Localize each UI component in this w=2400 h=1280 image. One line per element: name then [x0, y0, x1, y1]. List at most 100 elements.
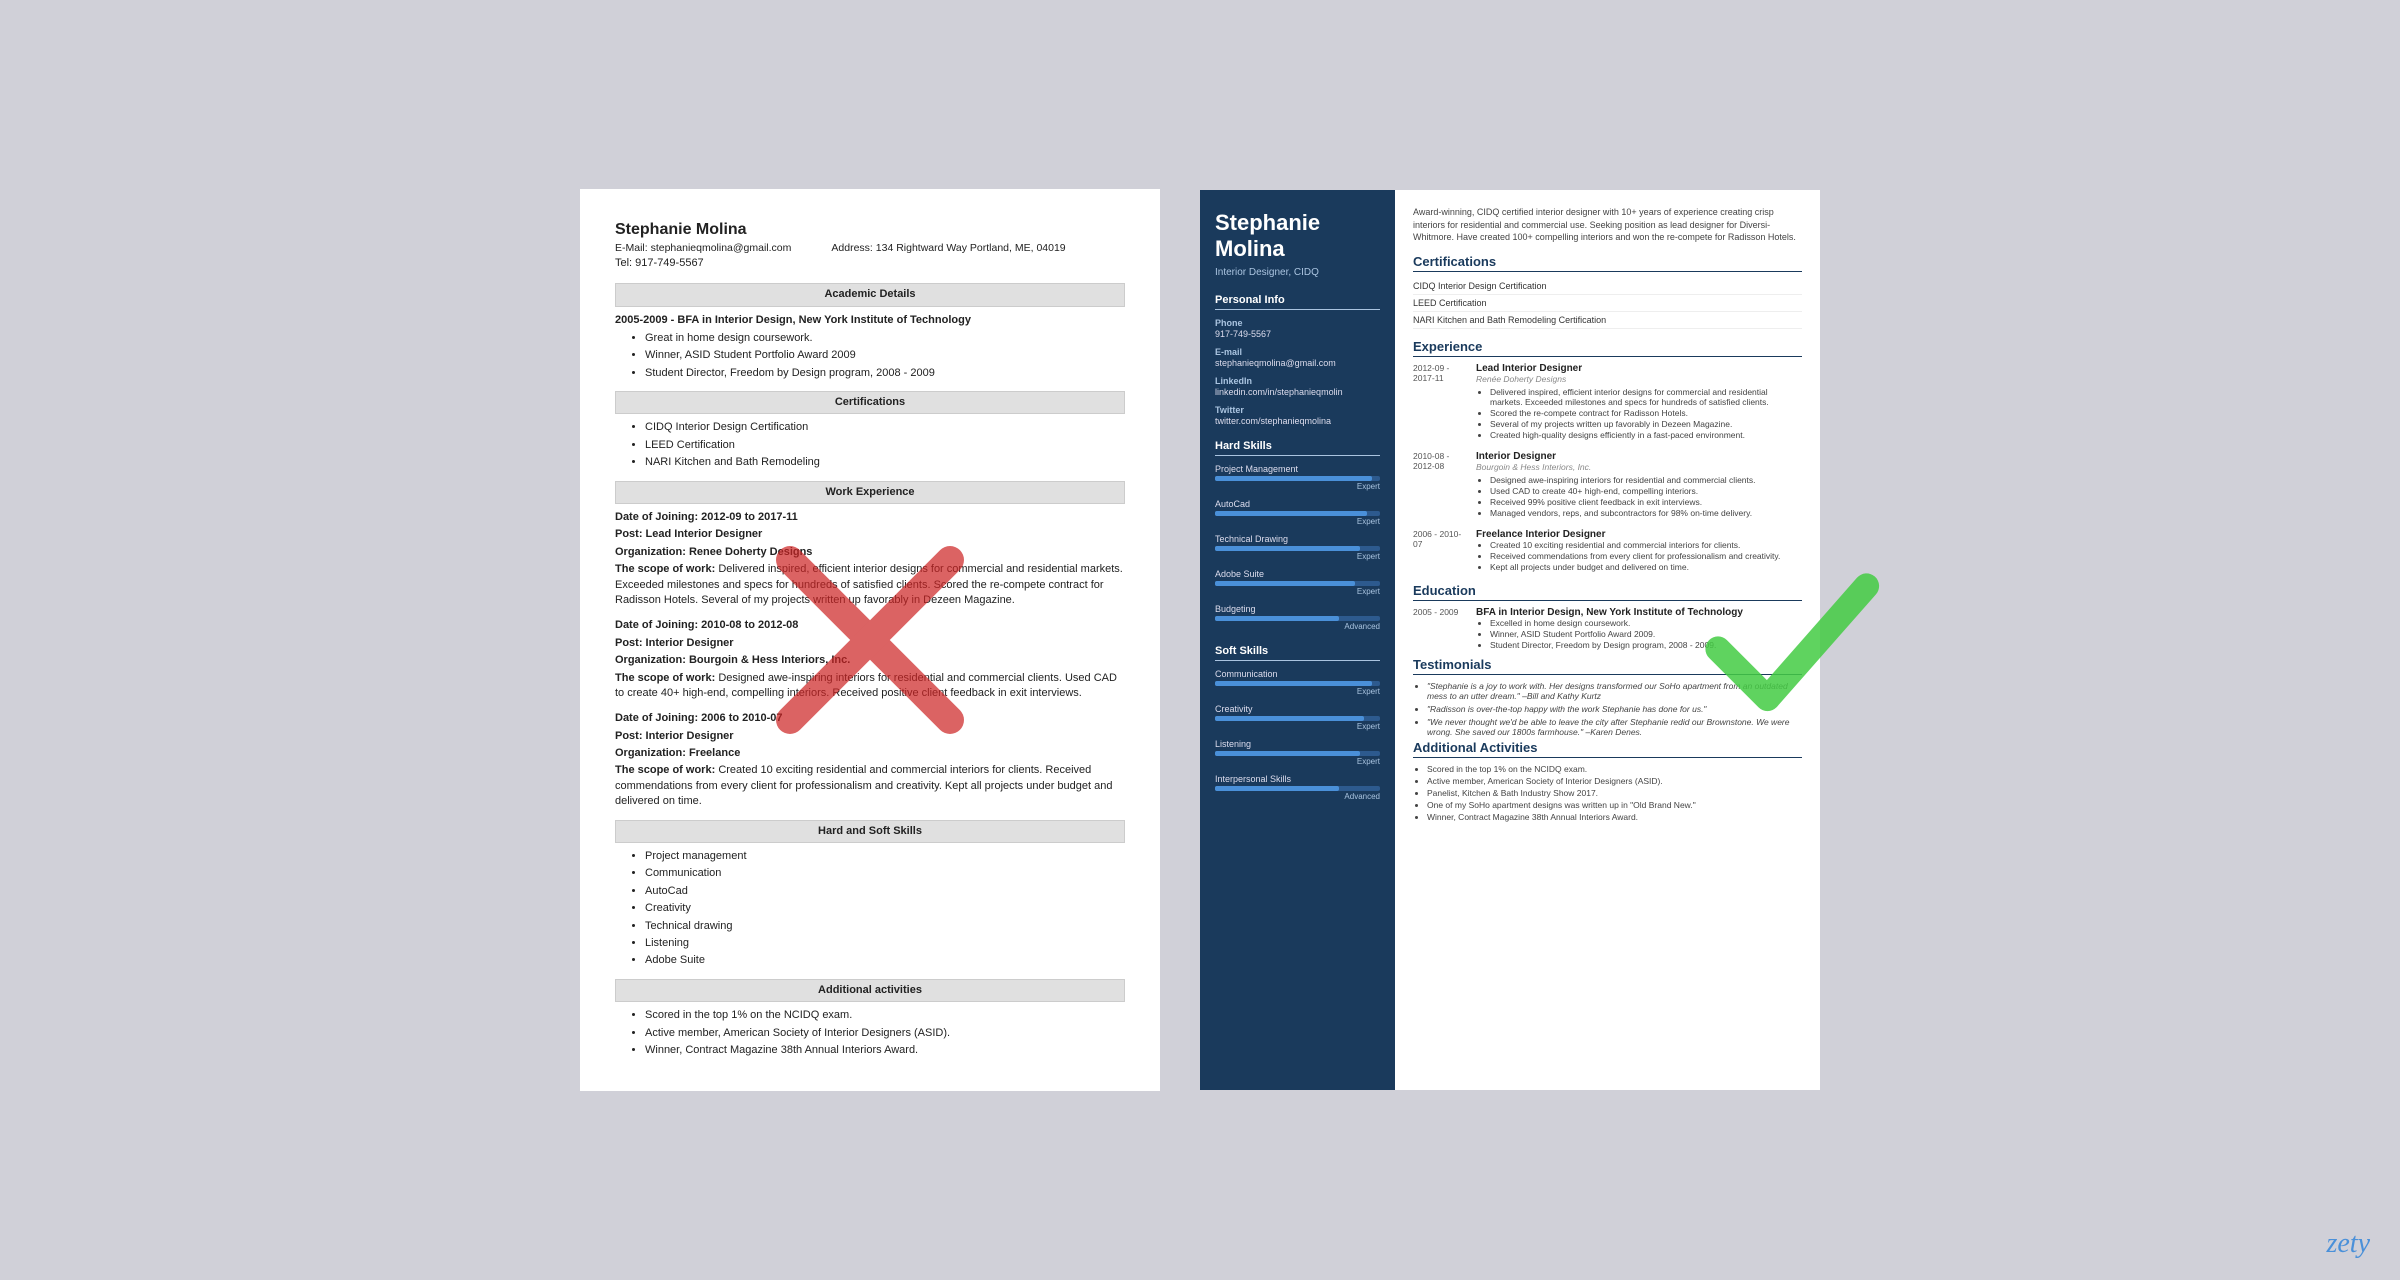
summary: Award-winning, CIDQ certified interior d… — [1413, 206, 1802, 244]
zety-logo: zety — [2326, 1228, 2370, 1260]
right-resume: Stephanie Molina Interior Designer, CIDQ… — [1200, 190, 1820, 1090]
right-act-1: Scored in the top 1% on the NCIDQ exam. — [1427, 764, 1802, 774]
exp2-b4: Managed vendors, reps, and subcontractor… — [1490, 508, 1756, 518]
edu-section-title: Education — [1413, 583, 1802, 601]
linkedin-value: linkedin.com/in/stephanieqmolin — [1215, 387, 1380, 397]
sidebar-name: Stephanie Molina — [1215, 210, 1380, 263]
twitter-value: twitter.com/stephanieqmolina — [1215, 416, 1380, 426]
exp2-title: Interior Designer — [1476, 451, 1756, 462]
skill-comm-name: Communication — [1215, 669, 1380, 679]
twitter-item: Twitter twitter.com/stephanieqmolina — [1215, 405, 1380, 426]
skill-listening-level: Expert — [1215, 757, 1380, 766]
edu1-bullets: Excelled in home design coursework. Winn… — [1476, 618, 1743, 650]
skill-pm-name: Project Management — [1215, 464, 1380, 474]
skill-techdraw-level: Expert — [1215, 552, 1380, 561]
skill-3: AutoCad — [645, 884, 1125, 899]
activity-1: Scored in the top 1% on the NCIDQ exam. — [645, 1008, 1125, 1023]
right-sidebar: Stephanie Molina Interior Designer, CIDQ… — [1200, 190, 1395, 1090]
exp1-details: Lead Interior Designer Renée Doherty Des… — [1476, 363, 1802, 441]
cert-section-title: Certifications — [1413, 254, 1802, 272]
left-email: E-Mail: stephanieqmolina@gmail.com — [615, 241, 791, 256]
edu1-degree: BFA in Interior Design, New York Institu… — [1476, 607, 1743, 618]
left-name: Stephanie Molina — [615, 219, 1125, 241]
linkedin-item: LinkedIn linkedin.com/in/stephanieqmolin — [1215, 376, 1380, 397]
activities-block: Scored in the top 1% on the NCIDQ exam. … — [1413, 764, 1802, 822]
exp2-b2: Used CAD to create 40+ high-end, compell… — [1490, 486, 1756, 496]
job3-post: Post: Interior Designer — [615, 730, 734, 742]
cert-1: CIDQ Interior Design Certification — [645, 420, 1125, 435]
skill-creativity-name: Creativity — [1215, 704, 1380, 714]
skill-autocad-name: AutoCad — [1215, 499, 1380, 509]
skills-header: Hard and Soft Skills — [615, 820, 1125, 843]
linkedin-label: LinkedIn — [1215, 376, 1380, 386]
exp3-b3: Kept all projects under budget and deliv… — [1490, 562, 1780, 572]
skill-7: Adobe Suite — [645, 953, 1125, 968]
job1-org: Organization: Renee Doherty Designs — [615, 546, 812, 558]
academic-block: 2005-2009 - BFA in Interior Design, New … — [615, 313, 1125, 382]
phone-label: Phone — [1215, 318, 1380, 328]
exp2-dates: 2010-08 - 2012-08 — [1413, 451, 1468, 519]
right-act-4: One of my SoHo apartment designs was wri… — [1427, 800, 1802, 810]
soft-skills-label: Soft Skills — [1215, 645, 1380, 661]
job1-post: Post: Lead Interior Designer — [615, 528, 762, 540]
right-main-content: Award-winning, CIDQ certified interior d… — [1395, 190, 1820, 1090]
skill-pm: Project Management Expert — [1215, 464, 1380, 491]
testimonials-block: "Stephanie is a joy to work with. Her de… — [1413, 681, 1802, 737]
right-exp-2: 2010-08 - 2012-08 Interior Designer Bour… — [1413, 451, 1802, 519]
exp3-details: Freelance Interior Designer Created 10 e… — [1476, 529, 1780, 573]
activities-header: Additional activities — [615, 979, 1125, 1002]
exp1-title: Lead Interior Designer — [1476, 363, 1802, 374]
skill-techdraw: Technical Drawing Expert — [1215, 534, 1380, 561]
skill-listening: Listening Expert — [1215, 739, 1380, 766]
job3-scope-label: The scope of work: — [615, 764, 715, 776]
testimonial-3: "We never thought we'd be able to leave … — [1427, 717, 1802, 737]
right-act-5: Winner, Contract Magazine 38th Annual In… — [1427, 812, 1802, 822]
exp-section-title: Experience — [1413, 339, 1802, 357]
testimonials-section-title: Testimonials — [1413, 657, 1802, 675]
skill-creativity: Creativity Expert — [1215, 704, 1380, 731]
right-cert-3: NARI Kitchen and Bath Remodeling Certifi… — [1413, 312, 1802, 329]
left-resume: Stephanie Molina E-Mail: stephanieqmolin… — [580, 189, 1160, 1092]
exp3-b2: Received commendations from every client… — [1490, 551, 1780, 561]
academic-bullet-3: Student Director, Freedom by Design prog… — [645, 366, 1125, 381]
personal-info-label: Personal Info — [1215, 294, 1380, 310]
exp1-bullets: Delivered inspired, efficient interior d… — [1476, 387, 1802, 440]
academic-bullet-2: Winner, ASID Student Portfolio Award 200… — [645, 348, 1125, 363]
job-3: Date of Joining: 2006 to 2010-07 Post: I… — [615, 711, 1125, 809]
academic-bullets: Great in home design coursework. Winner,… — [615, 331, 1125, 381]
academic-entry: 2005-2009 - BFA in Interior Design, New … — [615, 314, 971, 326]
exp3-title: Freelance Interior Designer — [1476, 529, 1780, 540]
exp1-b4: Created high-quality designs efficiently… — [1490, 430, 1802, 440]
job2-scope-label: The scope of work: — [615, 672, 715, 684]
skill-budget-name: Budgeting — [1215, 604, 1380, 614]
skill-interpersonal: Interpersonal Skills Advanced — [1215, 774, 1380, 801]
hard-skills-label: Hard Skills — [1215, 440, 1380, 456]
left-address: Address: 134 Rightward Way Portland, ME,… — [831, 241, 1065, 256]
academic-bullet-1: Great in home design coursework. — [645, 331, 1125, 346]
edu1-b2: Winner, ASID Student Portfolio Award 200… — [1490, 629, 1743, 639]
job2-dates: Date of Joining: 2010-08 to 2012-08 — [615, 619, 798, 631]
skill-5: Technical drawing — [645, 919, 1125, 934]
phone-item: Phone 917-749-5567 — [1215, 318, 1380, 339]
edu1-details: BFA in Interior Design, New York Institu… — [1476, 607, 1743, 651]
right-act-2: Active member, American Society of Inter… — [1427, 776, 1802, 786]
right-cert-list: CIDQ Interior Design Certification LEED … — [1413, 278, 1802, 329]
edu1-dates: 2005 - 2009 — [1413, 607, 1468, 651]
right-activities-list: Scored in the top 1% on the NCIDQ exam. … — [1413, 764, 1802, 822]
left-name-header: Stephanie Molina E-Mail: stephanieqmolin… — [615, 219, 1125, 271]
exp2-b3: Received 99% positive client feedback in… — [1490, 497, 1756, 507]
right-exp-3: 2006 - 2010-07 Freelance Interior Design… — [1413, 529, 1802, 573]
right-activities-title: Additional Activities — [1413, 740, 1802, 758]
edu1-b3: Student Director, Freedom by Design prog… — [1490, 640, 1743, 650]
exp1-company: Renée Doherty Designs — [1476, 374, 1802, 384]
exp2-company: Bourgoin & Hess Interiors, Inc. — [1476, 462, 1756, 472]
skill-budget: Budgeting Advanced — [1215, 604, 1380, 631]
skill-interpersonal-name: Interpersonal Skills — [1215, 774, 1380, 784]
exp1-b2: Scored the re-compete contract for Radis… — [1490, 408, 1802, 418]
exp2-b1: Designed awe-inspiring interiors for res… — [1490, 475, 1756, 485]
skill-2: Communication — [645, 866, 1125, 881]
cert-list: CIDQ Interior Design Certification LEED … — [615, 420, 1125, 470]
skill-budget-level: Advanced — [1215, 622, 1380, 631]
activities-list: Scored in the top 1% on the NCIDQ exam. … — [615, 1008, 1125, 1058]
right-act-3: Panelist, Kitchen & Bath Industry Show 2… — [1427, 788, 1802, 798]
